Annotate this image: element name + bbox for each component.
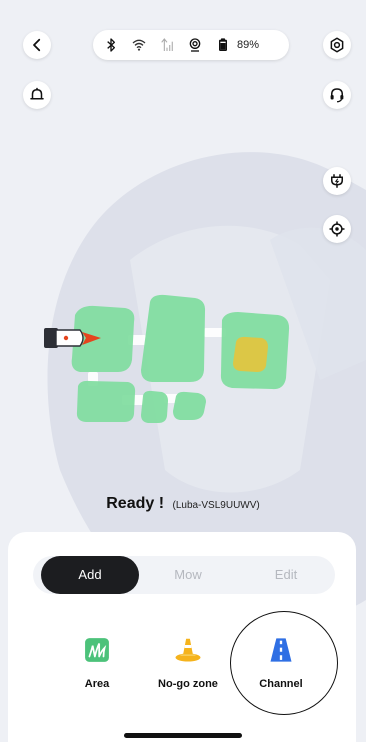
back-button[interactable] xyxy=(23,31,51,59)
mowing-map[interactable] xyxy=(0,290,366,440)
mowing-zone[interactable] xyxy=(173,391,206,420)
area-tool-button[interactable]: Area xyxy=(52,630,142,690)
battery-percent: 89% xyxy=(237,39,260,51)
ready-status-text: Ready ! xyxy=(106,495,165,512)
hexagon-gear-icon xyxy=(330,37,344,53)
notification-button[interactable] xyxy=(23,81,51,109)
channel-tool-label: Channel xyxy=(259,678,303,690)
no-go-zone-tool-button[interactable]: No-go zone xyxy=(143,630,233,690)
battery-icon xyxy=(215,37,231,53)
tab-edit[interactable]: Edit xyxy=(237,556,335,594)
device-name: (Luba-VSL9UUWV) xyxy=(172,500,260,511)
traffic-cone-icon xyxy=(175,638,201,662)
mowing-zone[interactable] xyxy=(141,294,206,382)
headset-icon xyxy=(330,88,344,103)
no-go-zone-tool-label: No-go zone xyxy=(158,678,218,690)
chevron-left-icon xyxy=(33,38,41,52)
mower-status: Ready ! (Luba-VSL9UUWV) xyxy=(0,495,366,513)
tab-mow[interactable]: Mow xyxy=(139,556,237,594)
no-go-zone[interactable] xyxy=(233,336,268,372)
charging-station-icon xyxy=(331,174,343,188)
locate-button[interactable] xyxy=(323,215,351,243)
mode-tabs: Add Mow Edit xyxy=(33,556,335,594)
cellular-signal-icon xyxy=(159,37,175,53)
area-grass-icon xyxy=(85,638,109,662)
area-tool-label: Area xyxy=(84,678,110,690)
device-status-bar[interactable]: 89% xyxy=(93,30,289,60)
road-channel-icon xyxy=(270,638,292,662)
wifi-icon xyxy=(131,37,147,53)
mowing-zone[interactable] xyxy=(141,390,168,423)
support-button[interactable] xyxy=(323,81,351,109)
home-indicator[interactable] xyxy=(124,733,242,738)
charging-station-button[interactable] xyxy=(323,167,351,195)
channel-tool-button[interactable]: Channel xyxy=(236,630,326,690)
settings-button[interactable] xyxy=(323,31,351,59)
tab-add[interactable]: Add xyxy=(41,556,139,594)
crosshair-icon xyxy=(329,221,345,237)
bell-icon xyxy=(30,87,44,100)
bluetooth-icon xyxy=(103,37,119,53)
rtk-antenna-icon xyxy=(187,37,203,53)
mowing-zone[interactable] xyxy=(76,380,136,422)
